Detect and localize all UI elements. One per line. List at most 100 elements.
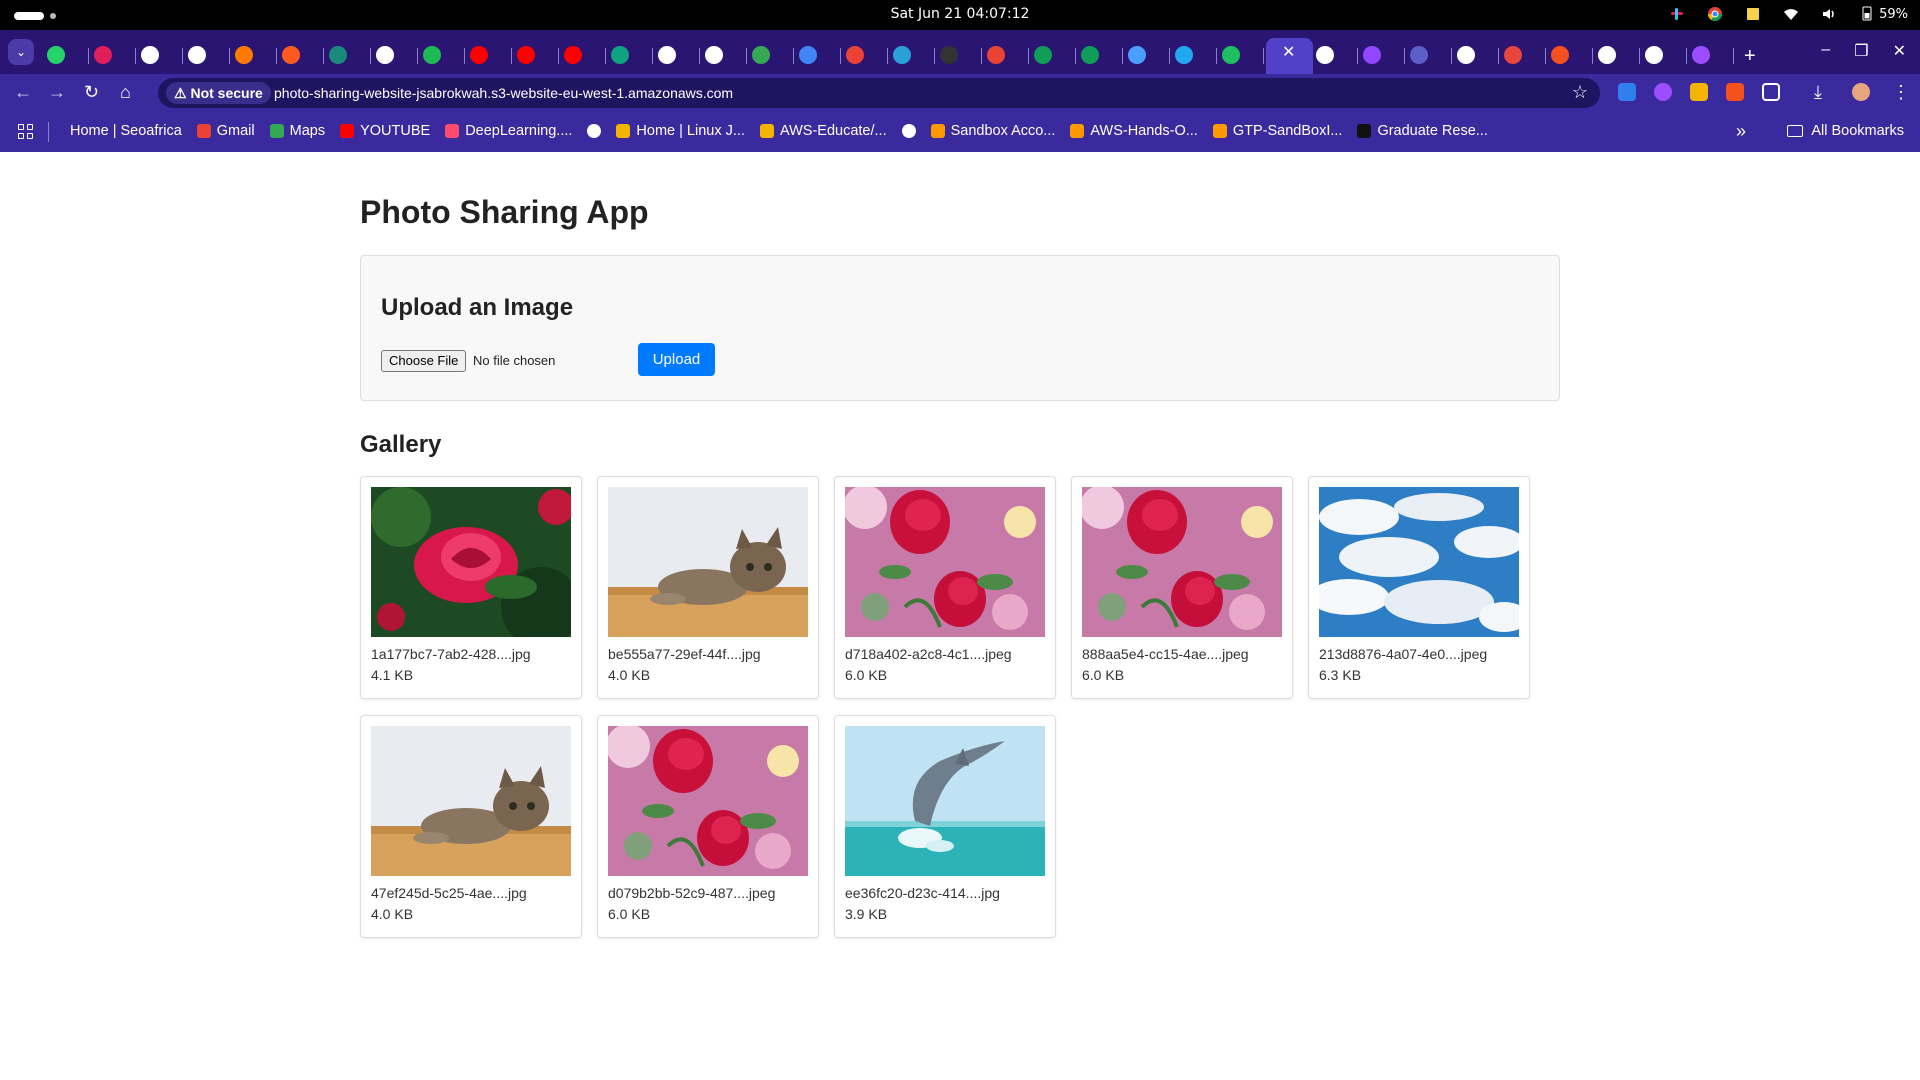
browser-tab[interactable]	[1595, 42, 1642, 70]
browser-tab[interactable]	[373, 42, 420, 70]
gallery-card[interactable]: 888aa5e4-cc15-4ae....jpeg 6.0 KB	[1071, 476, 1293, 699]
bookmark-item[interactable]: AWS-Educate/...	[759, 123, 887, 139]
tab-search-button[interactable]: ⌄	[8, 39, 34, 65]
gallery-card[interactable]: d079b2bb-52c9-487....jpeg 6.0 KB	[597, 715, 819, 938]
red-roses-bokeh-image[interactable]	[845, 487, 1045, 637]
browser-tab[interactable]	[702, 42, 749, 70]
forward-icon[interactable]: →	[48, 82, 66, 103]
bookmark-item[interactable]: AWS-Hands-O...	[1070, 123, 1198, 139]
bookmark-item[interactable]	[587, 124, 602, 138]
browser-tab[interactable]	[1548, 42, 1595, 70]
browser-tab[interactable]	[420, 42, 467, 70]
extension-icon[interactable]	[1690, 83, 1708, 101]
close-tab-icon[interactable]: ✕	[1282, 42, 1295, 62]
volume-icon[interactable]	[1821, 6, 1837, 22]
apps-grid-icon[interactable]	[18, 124, 34, 140]
gallery-card[interactable]: be555a77-29ef-44f....jpg 4.0 KB	[597, 476, 819, 699]
all-bookmarks-button[interactable]: All Bookmarks	[1787, 123, 1904, 139]
notes-tray-icon[interactable]	[1745, 6, 1761, 22]
extension-icon[interactable]	[1654, 83, 1672, 101]
browser-tab[interactable]	[1689, 42, 1736, 70]
gallery-card[interactable]: 1a177bc7-7ab2-428....jpg 4.1 KB	[360, 476, 582, 699]
red-roses-bokeh-image[interactable]	[1082, 487, 1282, 637]
browser-tab[interactable]	[514, 42, 561, 70]
browser-tab[interactable]	[138, 42, 185, 70]
bookmark-item[interactable]: Home | Linux J...	[616, 123, 745, 139]
browser-tab[interactable]	[984, 42, 1031, 70]
browser-tab[interactable]	[1031, 42, 1078, 70]
choose-file-button[interactable]: Choose File	[381, 350, 467, 372]
browser-tab[interactable]	[1125, 42, 1172, 70]
browser-tab[interactable]	[91, 42, 138, 70]
browser-tab[interactable]	[561, 42, 608, 70]
upload-button[interactable]: Upload	[638, 343, 715, 376]
bookmark-item[interactable]: Gmail	[196, 123, 255, 139]
browser-tab[interactable]	[1407, 42, 1454, 70]
profile-avatar[interactable]	[1852, 83, 1870, 101]
url-text[interactable]: photo-sharing-website-jsabrokwah.s3-webs…	[274, 85, 733, 101]
bookmark-star-icon[interactable]: ☆	[1572, 82, 1588, 103]
tabby-cat-image[interactable]	[371, 726, 571, 876]
jumping-dolphin-image[interactable]	[845, 726, 1045, 876]
minimize-icon[interactable]: –	[1821, 41, 1830, 61]
gallery-card[interactable]: d718a402-a2c8-4c1....jpeg 6.0 KB	[834, 476, 1056, 699]
reload-icon[interactable]: ↻	[84, 82, 99, 103]
new-tab-button[interactable]: +	[1744, 45, 1756, 68]
slack-tray-icon[interactable]	[1669, 6, 1685, 22]
browser-tab[interactable]	[796, 42, 843, 70]
system-clock[interactable]: Sat Jun 21 04:07:12	[0, 6, 1920, 22]
menu-icon[interactable]: ⋮	[1892, 82, 1910, 103]
extension-icon[interactable]	[1618, 83, 1636, 101]
bookmark-item[interactable]: Graduate Rese...	[1357, 123, 1488, 139]
browser-tab[interactable]	[1642, 42, 1689, 70]
browser-tab[interactable]	[937, 42, 984, 70]
browser-tab[interactable]	[608, 42, 655, 70]
bookmark-item[interactable]: Maps	[269, 123, 325, 139]
bookmark-item[interactable]: GTP-SandBoxI...	[1212, 123, 1342, 139]
bookmark-item[interactable]	[901, 124, 916, 138]
wifi-icon[interactable]	[1783, 6, 1799, 22]
bookmark-item[interactable]: Home | Seoafrica	[70, 123, 182, 139]
browser-tab[interactable]	[232, 42, 279, 70]
browser-tab[interactable]	[44, 42, 91, 70]
gallery-card[interactable]: 47ef245d-5c25-4ae....jpg 4.0 KB	[360, 715, 582, 938]
bookmark-item[interactable]: DeepLearning....	[445, 123, 572, 139]
extension-icon[interactable]	[1726, 83, 1744, 101]
gallery-card[interactable]: 213d8876-4a07-4e0....jpeg 6.3 KB	[1308, 476, 1530, 699]
active-tab[interactable]: ✕	[1266, 38, 1313, 74]
browser-tab[interactable]	[1313, 42, 1360, 70]
download-icon[interactable]: ⤓	[1814, 82, 1822, 103]
cloudy-sky-image[interactable]	[1319, 487, 1519, 637]
browser-tab[interactable]	[1078, 42, 1125, 70]
browser-tab[interactable]	[326, 42, 373, 70]
browser-tab[interactable]	[467, 42, 514, 70]
bookmark-item[interactable]: Sandbox Acco...	[930, 123, 1055, 139]
browser-tab[interactable]	[1501, 42, 1548, 70]
browser-tab[interactable]	[1360, 42, 1407, 70]
browser-tab[interactable]	[890, 42, 937, 70]
browser-tab[interactable]	[749, 42, 796, 70]
more-bookmarks-button[interactable]: »	[1736, 121, 1746, 142]
back-icon[interactable]: ←	[14, 82, 32, 103]
red-roses-bokeh-image[interactable]	[608, 726, 808, 876]
home-icon[interactable]: ⌂	[120, 82, 131, 103]
browser-tab[interactable]	[279, 42, 326, 70]
close-window-icon[interactable]: ✕	[1893, 41, 1906, 61]
gallery-card[interactable]: ee36fc20-d23c-414....jpg 3.9 KB	[834, 715, 1056, 938]
extensions-puzzle-icon[interactable]	[1762, 83, 1780, 101]
browser-tab[interactable]	[1454, 42, 1501, 70]
browser-tab[interactable]	[185, 42, 232, 70]
security-indicator[interactable]: ⚠ Not secure	[166, 82, 271, 104]
system-tray[interactable]: 59%	[1669, 5, 1908, 22]
browser-tab[interactable]	[1219, 42, 1266, 70]
restore-icon[interactable]: ❐	[1854, 41, 1868, 61]
battery-indicator[interactable]: 59%	[1859, 5, 1908, 22]
browser-tab[interactable]	[843, 42, 890, 70]
tabby-cat-image[interactable]	[608, 487, 808, 637]
red-rose-garden-image[interactable]	[371, 487, 571, 637]
chrome-tray-icon[interactable]	[1707, 6, 1723, 22]
bookmark-item[interactable]: YOUTUBE	[340, 123, 430, 139]
address-bar[interactable]: ⚠ Not secure photo-sharing-website-jsabr…	[158, 78, 1600, 108]
browser-tab[interactable]	[655, 42, 702, 70]
browser-tab[interactable]	[1172, 42, 1219, 70]
